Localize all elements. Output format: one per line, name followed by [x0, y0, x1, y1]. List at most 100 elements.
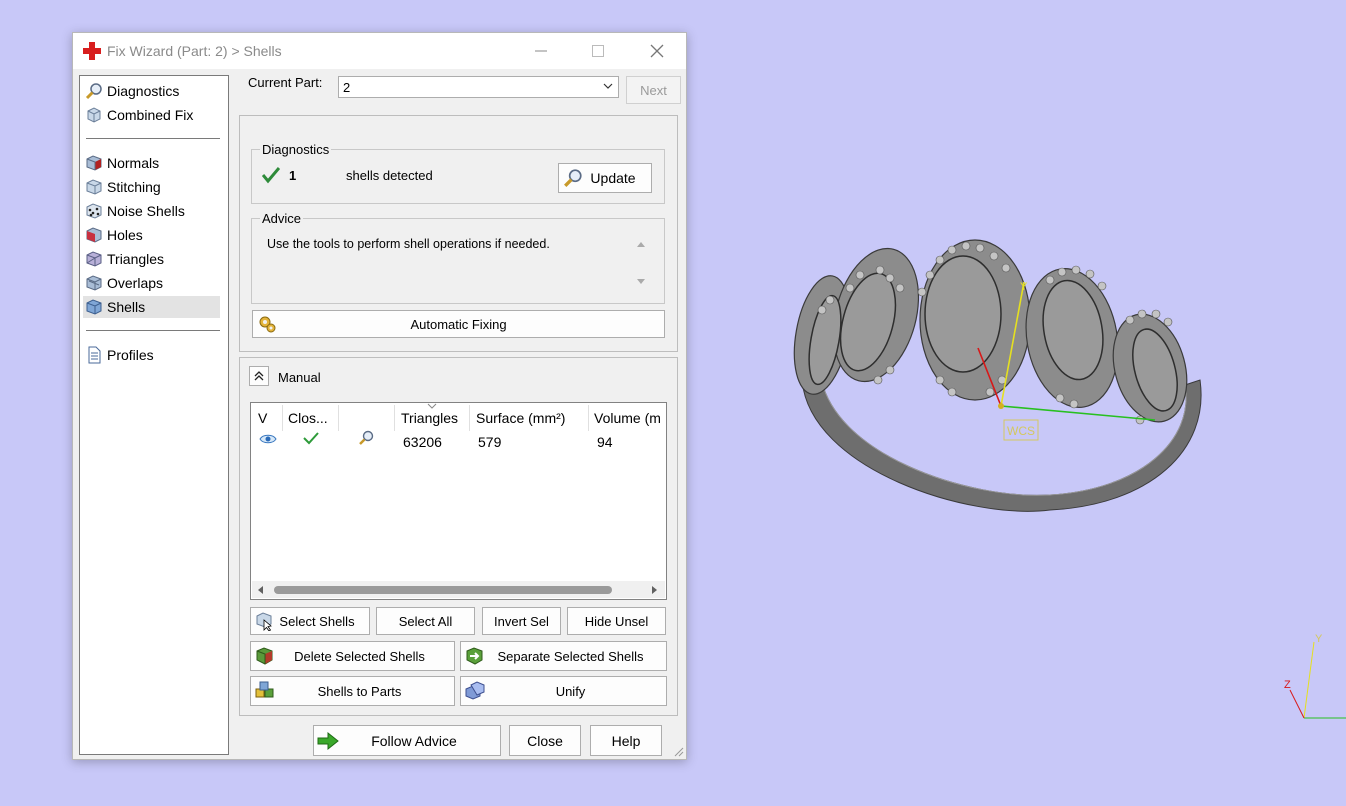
minimize-icon [535, 50, 547, 52]
column-separator [469, 405, 470, 431]
column-header-volume[interactable]: Volume (m [594, 407, 661, 433]
shells-to-parts-icon [255, 681, 274, 698]
red-cross-icon [83, 42, 101, 60]
close-button[interactable]: Close [509, 725, 581, 756]
unify-cube-icon [465, 681, 485, 700]
cell-surface: 579 [478, 434, 502, 450]
sidebar-item-overlaps[interactable]: Overlaps [83, 272, 220, 294]
close-label: Close [527, 732, 563, 749]
ring-model [793, 239, 1202, 512]
shells-to-parts-label: Shells to Parts [317, 683, 402, 699]
current-part-value: 2 [343, 80, 351, 95]
select-cube-icon [256, 612, 272, 631]
sidebar-item-label: Profiles [107, 347, 154, 363]
eye-icon[interactable] [259, 433, 277, 445]
scroll-left-icon[interactable] [256, 585, 264, 595]
origin-icon [998, 403, 1004, 409]
triad-z-label: Z [1284, 679, 1291, 691]
maximize-button[interactable] [575, 33, 621, 69]
shells-count: 1 [289, 168, 297, 183]
window-title: Fix Wizard (Part: 2) > Shells [107, 43, 282, 59]
column-separator [588, 405, 589, 431]
advice-scrollbar[interactable] [633, 233, 649, 293]
separate-selected-shells-button[interactable]: Separate Selected Shells [460, 641, 667, 671]
unify-button[interactable]: Unify [460, 676, 667, 706]
current-part-select[interactable]: 2 [338, 76, 619, 98]
select-all-button[interactable]: Select All [376, 607, 475, 635]
help-button[interactable]: Help [590, 725, 662, 756]
diagnostics-heading: Diagnostics [260, 142, 332, 157]
advice-text: Use the tools to perform shell operation… [267, 237, 550, 251]
cube-icon [87, 107, 101, 123]
sidebar-item-shells[interactable]: Shells [83, 296, 220, 318]
select-all-label: Select All [398, 613, 453, 629]
column-header-surface[interactable]: Surface (mm²) [476, 407, 565, 433]
arrow-right-icon [317, 731, 339, 750]
separate-cube-icon [466, 647, 483, 665]
next-button[interactable]: Next [626, 76, 681, 104]
3d-viewport[interactable]: WCS Y Y Z [690, 0, 1346, 806]
sidebar-item-label: Noise Shells [107, 203, 185, 219]
sidebar-item-normals[interactable]: Normals [83, 152, 220, 174]
unify-label: Unify [555, 683, 586, 699]
follow-advice-label: Follow Advice [371, 732, 457, 749]
holes-cube-icon [86, 227, 102, 243]
scrollbar-thumb[interactable] [274, 586, 612, 594]
sidebar-item-combined-fix[interactable]: Combined Fix [83, 104, 220, 126]
column-header-closed[interactable]: Clos... [288, 407, 328, 433]
check-icon [262, 167, 280, 184]
column-separator [282, 405, 283, 431]
magnifier-icon [564, 169, 582, 187]
invert-sel-label: Invert Sel [494, 613, 549, 629]
close-window-button[interactable] [634, 33, 680, 69]
column-separator [338, 405, 339, 431]
maximize-icon [592, 45, 604, 57]
invert-selection-button[interactable]: Invert Sel [482, 607, 561, 635]
magnifier-icon[interactable] [357, 429, 375, 447]
axis-triad: Y Z [1284, 633, 1346, 719]
sidebar-item-triangles[interactable]: Triangles [83, 248, 220, 270]
delete-selected-shells-button[interactable]: Delete Selected Shells [250, 641, 455, 671]
sidebar-item-profiles[interactable]: Profiles [83, 344, 220, 366]
advice-heading: Advice [260, 211, 304, 226]
sidebar-item-stitching[interactable]: Stitching [83, 176, 220, 198]
shells-cube-icon [86, 299, 102, 315]
next-button-label: Next [640, 82, 667, 98]
noise-cube-icon [86, 203, 102, 219]
sidebar-item-label: Triangles [107, 251, 165, 267]
sidebar-item-noise-shells[interactable]: Noise Shells [83, 200, 220, 222]
fix-wizard-window: Fix Wizard (Part: 2) > Shells Diagnostic… [72, 32, 687, 760]
close-icon [650, 44, 664, 58]
horizontal-scrollbar[interactable] [252, 581, 665, 598]
check-icon [303, 432, 319, 445]
gears-icon [259, 316, 276, 333]
chevron-up-double-icon [254, 371, 264, 381]
document-icon [88, 346, 101, 364]
minimize-button[interactable] [518, 33, 564, 69]
column-header-visible[interactable]: V [258, 407, 267, 433]
title-bar[interactable]: Fix Wizard (Part: 2) > Shells [73, 33, 686, 69]
triangles-cube-icon [86, 251, 102, 267]
sidebar-item-label: Overlaps [107, 275, 164, 291]
automatic-fixing-label: Automatic Fixing [410, 316, 507, 332]
resize-grip-icon[interactable] [674, 747, 684, 757]
hide-unselected-button[interactable]: Hide Unsel [567, 607, 666, 635]
overlaps-cube-icon [86, 275, 102, 291]
scroll-arrows-icon [637, 242, 645, 284]
sidebar-item-diagnostics[interactable]: Diagnostics [83, 80, 220, 102]
scroll-right-icon[interactable] [651, 585, 659, 595]
help-label: Help [611, 732, 641, 749]
update-button[interactable]: Update [558, 163, 652, 193]
follow-advice-button[interactable]: Follow Advice [313, 725, 501, 756]
automatic-fixing-button[interactable]: Automatic Fixing [252, 310, 665, 338]
column-header-triangles[interactable]: Triangles [401, 407, 458, 433]
sidebar-item-label: Stitching [107, 179, 161, 195]
manual-label: Manual [278, 370, 321, 385]
collapse-manual-button[interactable] [249, 366, 269, 386]
sidebar-item-label: Shells [107, 299, 146, 315]
fix-categories-panel: Diagnostics Combined Fix Normals Stitchi… [79, 75, 229, 755]
select-shells-button[interactable]: Select Shells [250, 607, 370, 635]
shells-list[interactable]: V Clos... Triangles Surface (mm²) Volume… [250, 402, 667, 600]
shells-to-parts-button[interactable]: Shells to Parts [250, 676, 455, 706]
sidebar-item-holes[interactable]: Holes [83, 224, 220, 246]
